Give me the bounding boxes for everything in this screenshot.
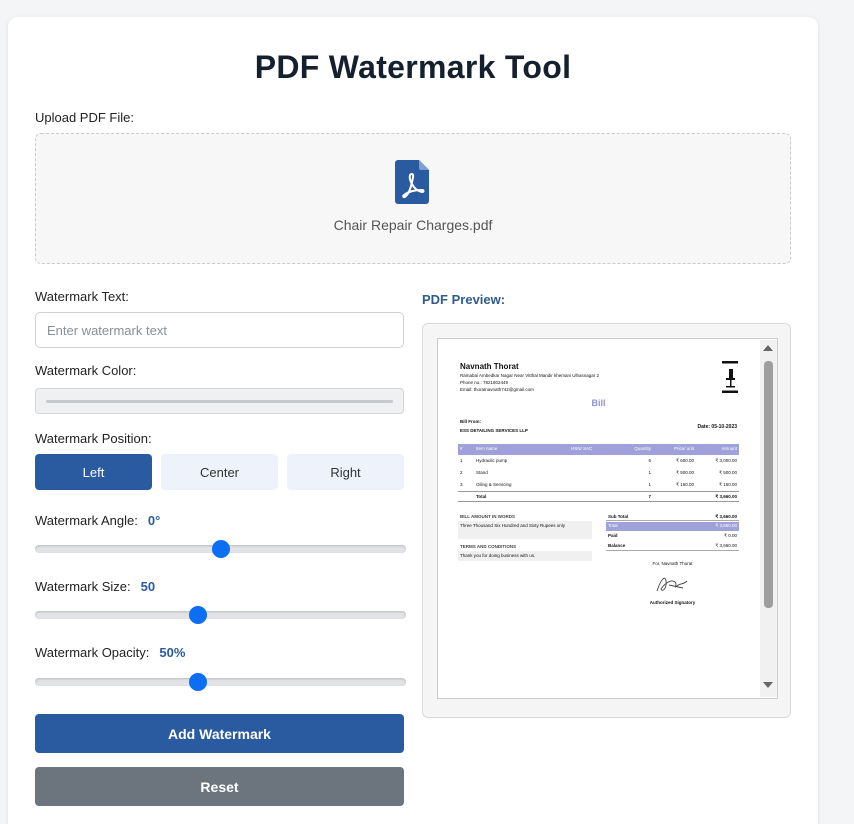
doc-row-1-amount: ₹ 3,000.00 xyxy=(715,458,737,463)
doc-total-divider xyxy=(458,491,739,492)
doc-total-label: Total xyxy=(476,494,487,499)
doc-col-amount: Amount xyxy=(721,446,737,451)
watermark-size-value: 50 xyxy=(140,579,156,594)
doc-row-2-item: Stand xyxy=(476,470,488,475)
doc-row-3-qty: 1 xyxy=(648,482,651,487)
position-center-button[interactable]: Center xyxy=(161,454,278,490)
watermark-size-label: Watermark Size: xyxy=(35,579,131,594)
doc-table-header xyxy=(458,444,739,455)
uploaded-file-name: Chair Repair Charges.pdf xyxy=(333,217,493,233)
watermark-color-picker[interactable] xyxy=(35,388,404,414)
watermark-angle-row: Watermark Angle: 0° xyxy=(35,513,160,528)
page-title: PDF Watermark Tool xyxy=(254,49,572,85)
add-watermark-button[interactable]: Add Watermark xyxy=(35,714,404,753)
doc-row-1-price: ₹ 600.00 xyxy=(676,458,694,463)
watermark-angle-value: 0° xyxy=(147,513,161,528)
doc-subtotal-label: Sub Total xyxy=(608,514,629,519)
doc-words-label: BILL AMOUNT IN WORDS xyxy=(460,514,515,519)
angle-slider[interactable] xyxy=(35,540,406,558)
doc-row-3-amount: ₹ 160.00 xyxy=(719,482,737,487)
doc-date: Date: 05-10-2023 xyxy=(697,424,737,430)
doc-row-2-price: ₹ 500.00 xyxy=(676,470,694,475)
doc-heading: Bill xyxy=(591,398,606,408)
doc-bill-from: ESS DETAILING SERVICES LLP xyxy=(460,428,528,433)
watermark-color-label: Watermark Color: xyxy=(35,363,137,378)
doc-row-2-num: 2 xyxy=(460,470,463,475)
doc-row-2-qty: 1 xyxy=(648,470,651,475)
size-slider[interactable] xyxy=(35,606,406,624)
doc-row-3-price: ₹ 160.00 xyxy=(676,482,694,487)
doc-row-1-num: 1 xyxy=(460,458,463,463)
color-swatch xyxy=(46,400,393,403)
doc-for-label: For, Navnath Thorat xyxy=(652,561,693,566)
doc-col-item: Item name xyxy=(476,446,498,451)
watermark-position-label: Watermark Position: xyxy=(35,431,152,446)
position-right-button[interactable]: Right xyxy=(287,454,404,490)
upload-label: Upload PDF File: xyxy=(35,110,134,125)
doc-grand-total-value: ₹ 3,660.00 xyxy=(715,523,737,528)
watermark-opacity-row: Watermark Opacity: 50% xyxy=(35,645,185,660)
doc-row-3-item: Oiling & Servicing xyxy=(476,482,512,487)
doc-logo-icon xyxy=(722,361,738,393)
doc-balance-value: ₹ 3,660.00 xyxy=(715,543,737,548)
doc-terms-label: TERMS AND CONDITIONS xyxy=(460,544,517,549)
doc-summary-divider xyxy=(606,520,739,521)
doc-phone: Phone no.: 7821802449 xyxy=(460,380,509,385)
doc-row-2-amount: ₹ 500.00 xyxy=(719,470,737,475)
scroll-up-arrow-icon[interactable] xyxy=(763,345,773,351)
doc-address: Ramabai Ambedkar Nagar Near Vitthal Mand… xyxy=(460,373,599,378)
doc-balance-label: Balance xyxy=(608,543,626,548)
watermark-text-input[interactable] xyxy=(35,312,404,348)
doc-total-amount: ₹ 3,660.00 xyxy=(715,494,737,499)
doc-total-qty: 7 xyxy=(648,494,651,499)
doc-email: Email: thoratnavnath742@gmail.com xyxy=(460,387,534,392)
pdf-file-icon xyxy=(395,160,429,204)
reset-button[interactable]: Reset xyxy=(35,767,404,806)
doc-row-1-item: Hydraulic pump xyxy=(476,458,508,463)
opacity-slider[interactable] xyxy=(35,673,406,691)
doc-col-qty: Quantity xyxy=(634,446,651,451)
watermark-opacity-value: 50% xyxy=(159,645,186,660)
doc-col-hsn: HSN/ SAC xyxy=(571,446,593,451)
watermark-opacity-label: Watermark Opacity: xyxy=(35,645,150,660)
watermark-text-label: Watermark Text: xyxy=(35,289,129,304)
doc-terms: Thank you for doing business with us. xyxy=(460,553,536,558)
doc-words: Three Thousand Six Hundred and Sixty Rup… xyxy=(460,523,565,528)
doc-bill-from-label: Bill From: xyxy=(460,419,481,424)
doc-col-num: # xyxy=(460,446,463,451)
doc-signatory: Authorized Signatory xyxy=(649,600,696,605)
doc-row-3-num: 3 xyxy=(460,482,463,487)
doc-row-1-qty: 5 xyxy=(648,458,651,463)
watermark-angle-label: Watermark Angle: xyxy=(35,513,138,528)
doc-paid-value: ₹ 0.00 xyxy=(724,533,737,538)
doc-col-price: Price/ unit xyxy=(673,446,694,451)
preview-scrollbar-thumb[interactable] xyxy=(764,361,773,608)
angle-slider-thumb[interactable] xyxy=(211,540,230,558)
doc-paid-label: Paid xyxy=(608,533,618,538)
doc-name: Navnath Thorat xyxy=(460,362,519,371)
doc-table-bottom xyxy=(458,501,739,502)
doc-signature-icon xyxy=(656,577,688,592)
position-left-button[interactable]: Left xyxy=(35,454,152,490)
doc-summary-bottom xyxy=(606,550,739,551)
doc-grand-total-label: Total xyxy=(608,523,618,528)
watermark-size-row: Watermark Size: 50 xyxy=(35,579,155,594)
scroll-down-arrow-icon[interactable] xyxy=(763,682,773,688)
pdf-preview-label: PDF Preview: xyxy=(422,292,506,307)
